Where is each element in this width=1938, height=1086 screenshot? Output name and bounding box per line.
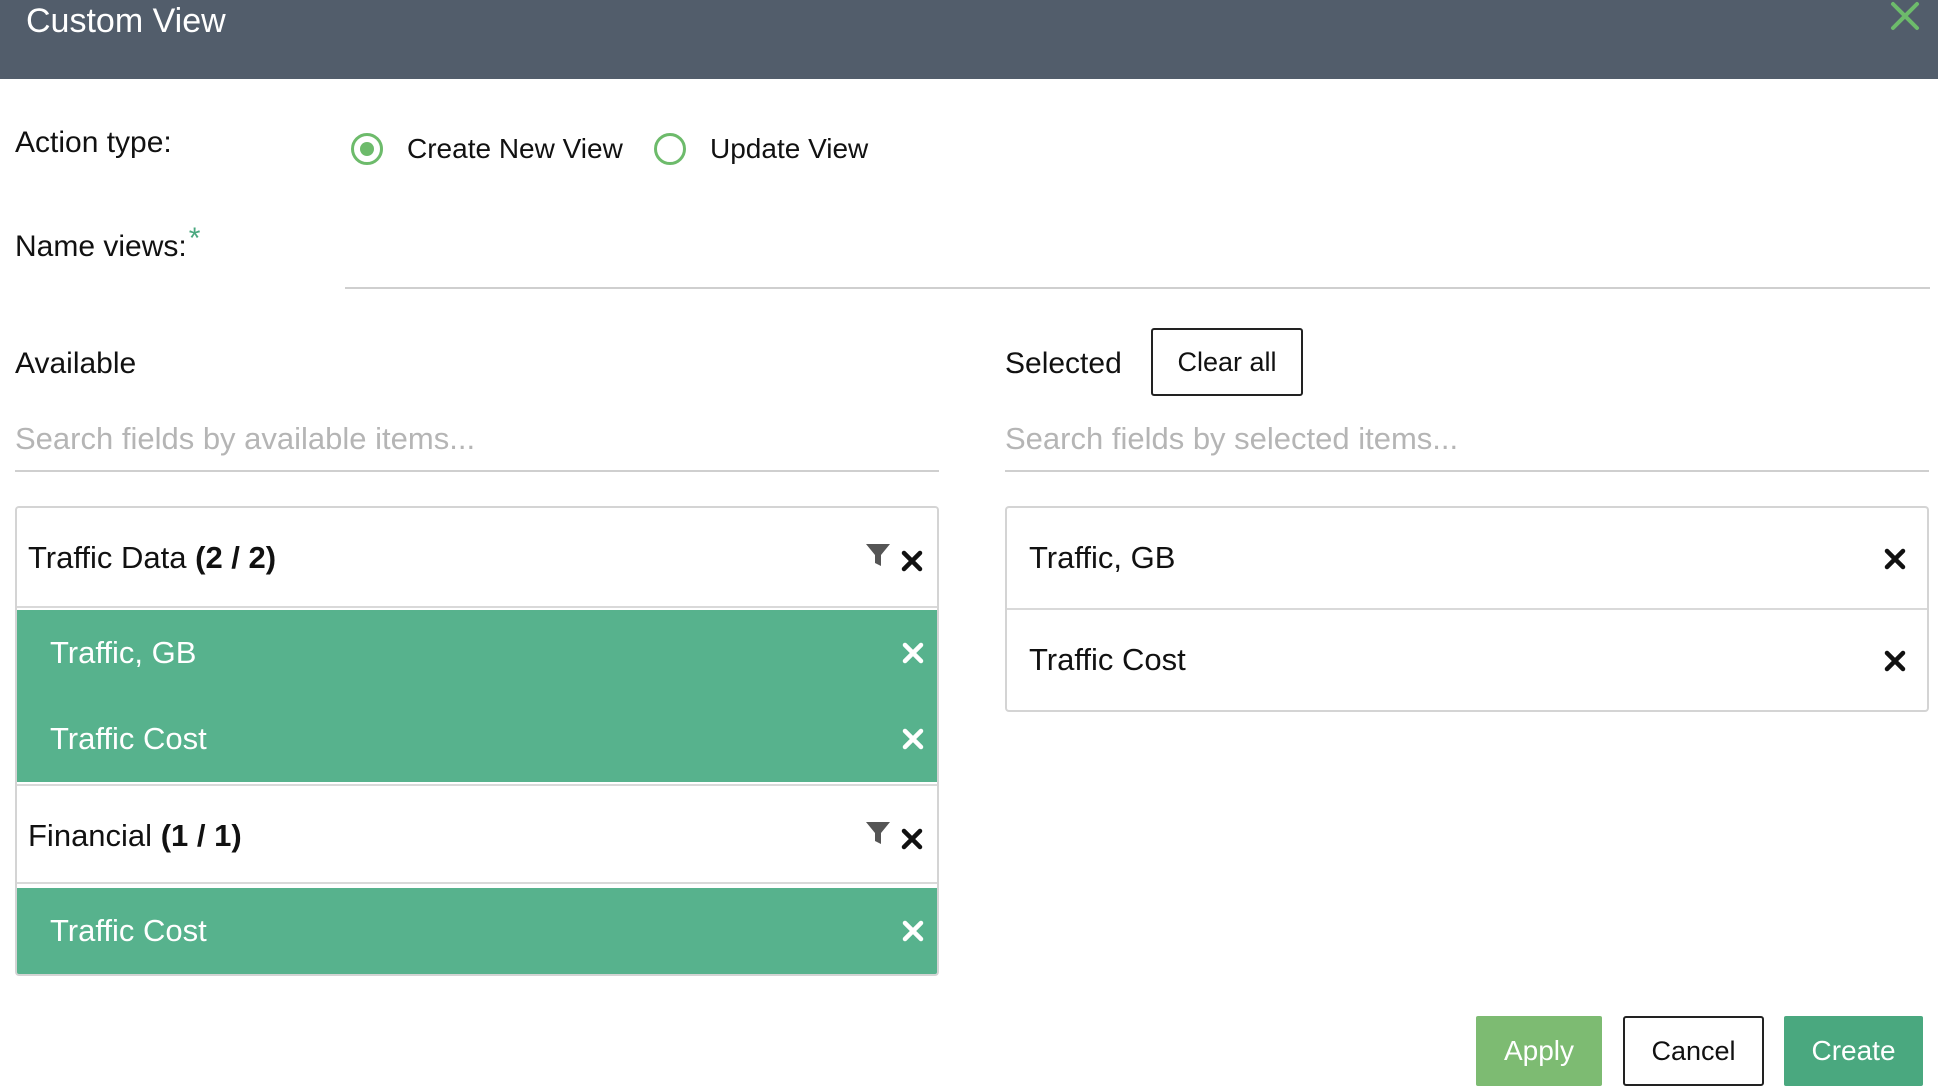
group-name: Traffic Data: [28, 540, 187, 575]
filter-icon[interactable]: [865, 820, 891, 846]
available-search-input[interactable]: [15, 418, 935, 460]
dialog-title: Custom View: [26, 2, 226, 40]
radio-button-checked[interactable]: [351, 133, 383, 165]
group-traffic-data-items: Traffic, GB Traffic Cost: [17, 610, 937, 782]
dialog-header: [0, 0, 1938, 79]
selected-search-underline: [1005, 470, 1929, 472]
group-title: Traffic Data (2 / 2): [28, 508, 276, 608]
required-asterisk: *: [188, 222, 201, 255]
apply-button[interactable]: Apply: [1476, 1016, 1602, 1086]
name-views-input[interactable]: [346, 235, 1926, 283]
close-icon[interactable]: [901, 828, 923, 850]
name-views-underline: [345, 287, 1930, 289]
available-search-underline: [15, 470, 939, 472]
close-icon[interactable]: [902, 728, 924, 750]
selected-item-label: Traffic, GB: [1029, 540, 1176, 575]
group-financial-header[interactable]: Financial (1 / 1): [17, 784, 937, 884]
radio-button-unchecked[interactable]: [654, 133, 686, 165]
selected-heading: Selected: [1005, 347, 1122, 380]
list-item-label: Traffic Cost: [50, 913, 207, 948]
list-item[interactable]: Traffic, GB: [17, 610, 937, 696]
close-icon[interactable]: [902, 920, 924, 942]
radio-update-view[interactable]: Update View: [654, 133, 954, 169]
close-icon[interactable]: [1884, 548, 1906, 570]
list-item[interactable]: Traffic Cost: [17, 696, 937, 782]
selected-panel: Traffic, GB Traffic Cost: [1005, 506, 1929, 712]
cancel-button[interactable]: Cancel: [1623, 1016, 1764, 1086]
selected-item[interactable]: Traffic Cost: [1007, 610, 1927, 710]
radio-update-label: Update View: [710, 133, 869, 164]
group-name: Financial: [28, 818, 153, 853]
available-heading: Available: [15, 347, 137, 380]
close-icon[interactable]: [901, 550, 923, 572]
group-title: Financial (1 / 1): [28, 786, 242, 886]
selected-search-input[interactable]: [1005, 418, 1925, 460]
close-icon[interactable]: [902, 642, 924, 664]
create-button[interactable]: Create: [1784, 1016, 1923, 1086]
list-item-label: Traffic Cost: [50, 721, 207, 756]
group-count: (2 / 2): [195, 540, 277, 575]
action-type-label: Action type:: [15, 126, 172, 159]
selected-item[interactable]: Traffic, GB: [1007, 508, 1927, 610]
filter-icon[interactable]: [865, 542, 891, 568]
radio-create-label: Create New View: [407, 133, 623, 164]
list-item-label: Traffic, GB: [50, 635, 197, 670]
close-icon[interactable]: [1885, 0, 1925, 38]
group-financial-items: Traffic Cost: [17, 888, 937, 974]
list-item[interactable]: Traffic Cost: [17, 888, 937, 974]
group-traffic-data-header[interactable]: Traffic Data (2 / 2): [17, 508, 937, 608]
clear-all-button[interactable]: Clear all: [1151, 328, 1303, 396]
name-views-label-text: Name views:: [15, 230, 187, 263]
group-count: (1 / 1): [160, 818, 242, 853]
close-icon[interactable]: [1884, 650, 1906, 672]
selected-item-label: Traffic Cost: [1029, 642, 1186, 677]
name-views-label: Name views:*: [15, 222, 200, 264]
available-panel: Traffic Data (2 / 2) Traffic, GB Traffic…: [15, 506, 939, 976]
